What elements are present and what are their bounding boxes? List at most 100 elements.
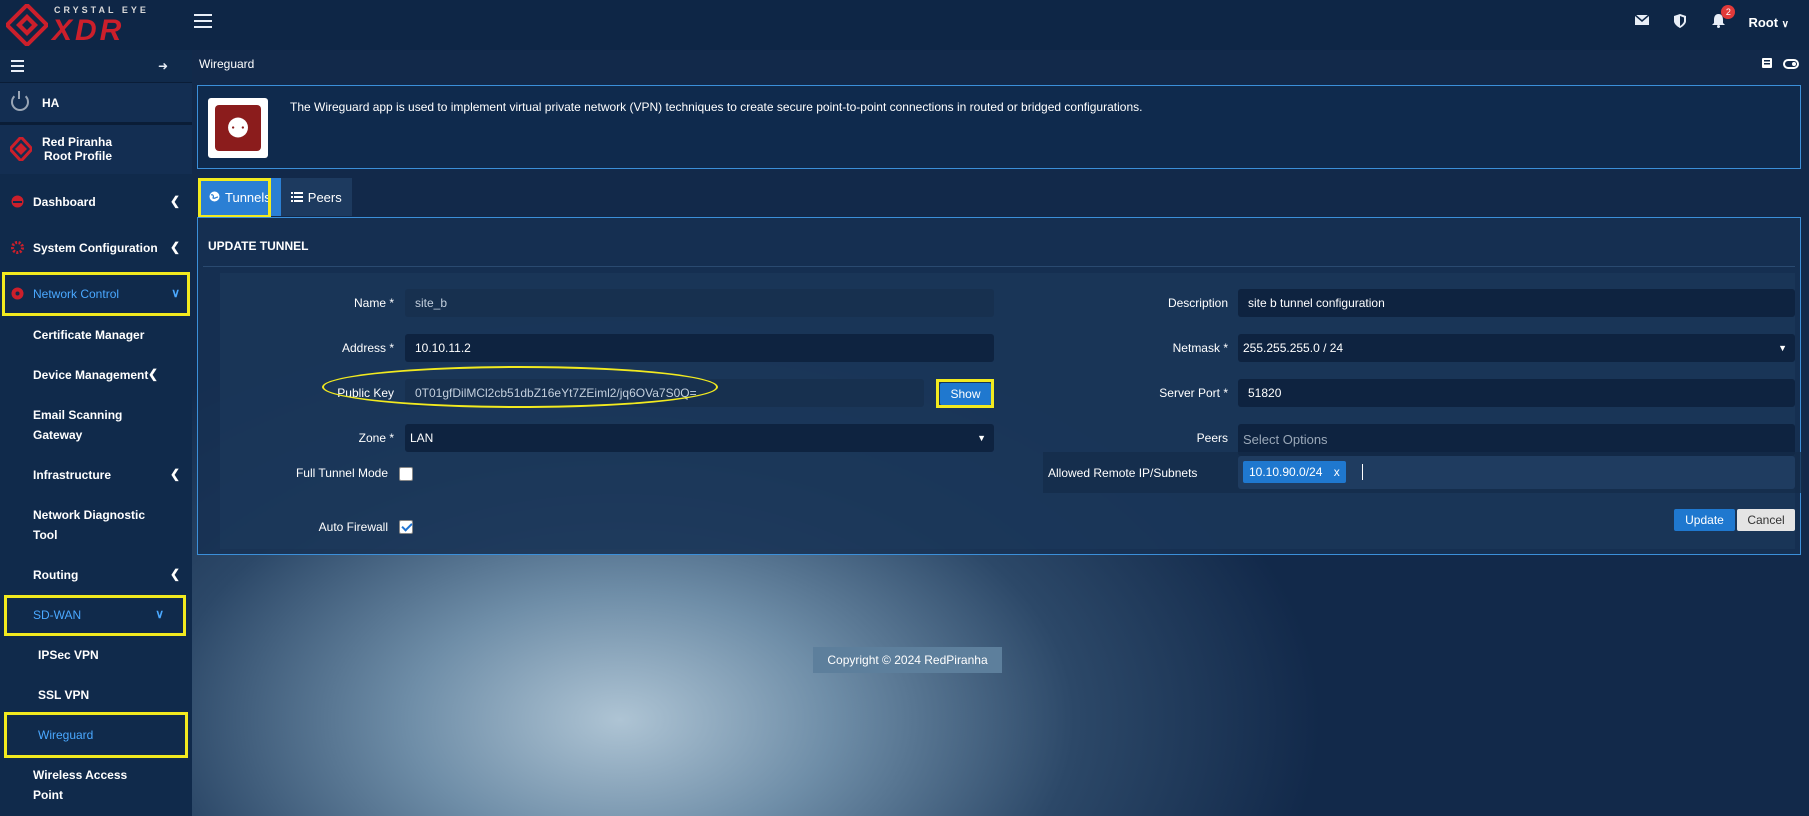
auto-firewall-checkbox[interactable] bbox=[399, 520, 413, 534]
caret-down-icon: ▼ bbox=[977, 433, 986, 443]
wireguard-logo: ⚉ bbox=[208, 98, 268, 158]
sidebar-collapse-icon[interactable] bbox=[11, 60, 24, 75]
highlight-sd-wan bbox=[4, 595, 186, 636]
sidebar-item-label: Dashboard bbox=[33, 195, 96, 209]
chevron-left-icon: ❮ bbox=[169, 467, 180, 481]
highlight-tunnels-tab bbox=[198, 178, 271, 218]
sidebar-item-system-configuration[interactable]: System Configuration ❮ bbox=[0, 238, 192, 258]
sidebar-subitem-wireless-access-point[interactable]: Wireless Access Point bbox=[33, 765, 127, 805]
sidebar-item-label: System Configuration bbox=[33, 241, 158, 255]
highlight-network-control bbox=[2, 272, 190, 316]
sidebar-item-label-line2: Gateway bbox=[33, 428, 83, 442]
red-piranha-logo-icon bbox=[10, 137, 32, 161]
page-title: Wireguard bbox=[199, 57, 255, 71]
chip-remove-icon[interactable]: x bbox=[1334, 465, 1340, 479]
sidebar-subitem-ssl-vpn[interactable]: SSL VPN bbox=[38, 685, 89, 705]
dashboard-icon bbox=[11, 195, 24, 208]
envelope-icon[interactable] bbox=[1634, 14, 1650, 30]
full-tunnel-checkbox[interactable] bbox=[399, 467, 413, 481]
toggle-icon[interactable] bbox=[1783, 59, 1799, 69]
sidebar-item-label: Device Management bbox=[33, 368, 149, 382]
copyright-footer: Copyright © 2024 RedPiranha bbox=[813, 647, 1002, 673]
user-menu[interactable]: Root ∨ bbox=[1748, 15, 1789, 30]
sidebar: ➜ HA Red Piranha Root Profile Dashboard … bbox=[0, 50, 192, 816]
sidebar-subitem-email-scanning[interactable]: Email Scanning Gateway bbox=[33, 405, 122, 445]
profile-name: Red Piranha bbox=[42, 135, 113, 149]
server-port-label: Server Port * bbox=[1159, 386, 1228, 400]
sidebar-subitem-routing[interactable]: Routing bbox=[33, 565, 78, 585]
sidebar-item-label-line2: Tool bbox=[33, 528, 58, 542]
sidebar-subitem-device-management[interactable]: Device Management bbox=[33, 365, 148, 385]
page-title-icons bbox=[1761, 57, 1799, 72]
zone-select[interactable]: LAN ▼ bbox=[405, 424, 994, 452]
sidebar-subitem-ipsec-vpn[interactable]: IPSec VPN bbox=[38, 645, 99, 665]
sidebar-subitem-certificate-manager[interactable]: Certificate Manager bbox=[33, 325, 144, 345]
crystal-eye-logo[interactable]: CRYSTAL EYE XDR bbox=[6, 2, 166, 48]
wireguard-dragon-icon: ⚉ bbox=[215, 105, 261, 151]
brand-big-text: XDR bbox=[52, 14, 125, 47]
gears-icon bbox=[11, 241, 24, 254]
list-icon bbox=[290, 190, 303, 205]
sidebar-item-dashboard[interactable]: Dashboard ❮ bbox=[0, 192, 192, 212]
book-icon[interactable] bbox=[1761, 57, 1773, 72]
sidebar-subitem-network-diagnostic[interactable]: Network Diagnostic Tool bbox=[33, 505, 145, 545]
chevron-left-icon: ❮ bbox=[147, 367, 158, 381]
bell-icon[interactable]: 2 bbox=[1710, 5, 1736, 30]
chevron-left-icon: ❮ bbox=[169, 240, 180, 254]
peers-label: Peers bbox=[1196, 431, 1228, 445]
sidebar-item-label: Routing bbox=[33, 568, 79, 582]
caret-down-icon: ▼ bbox=[1778, 343, 1787, 353]
tab-label: Peers bbox=[307, 189, 342, 205]
logout-icon[interactable]: ➜ bbox=[158, 59, 168, 73]
auto-firewall-label: Auto Firewall bbox=[318, 520, 388, 534]
text-cursor bbox=[1362, 464, 1363, 480]
main-content: Wireguard ⚉ The Wireguard app is used to… bbox=[192, 50, 1809, 816]
sidebar-item-ha[interactable]: HA bbox=[0, 82, 192, 122]
highlight-show-button bbox=[936, 379, 994, 408]
allowed-remote-label: Allowed Remote IP/Subnets bbox=[1048, 466, 1198, 480]
address-label: Address * bbox=[341, 341, 394, 355]
main-menu-toggle-icon[interactable] bbox=[194, 14, 212, 32]
chevron-down-icon: ∨ bbox=[1781, 18, 1789, 30]
full-tunnel-label: Full Tunnel Mode bbox=[295, 466, 388, 480]
sidebar-item-label: Wireless Access bbox=[33, 768, 128, 782]
profile-sub: Root Profile bbox=[44, 149, 112, 163]
subnet-chip: 10.10.90.0/24 x bbox=[1243, 461, 1346, 483]
sidebar-item-label: Infrastructure bbox=[33, 468, 112, 482]
sidebar-subitem-infrastructure[interactable]: Infrastructure bbox=[33, 465, 111, 485]
sidebar-item-label-line2: Point bbox=[33, 788, 63, 802]
tab-peers[interactable]: Peers bbox=[280, 178, 352, 216]
netmask-label: Netmask * bbox=[1172, 341, 1228, 355]
panel-title: UPDATE TUNNEL bbox=[208, 239, 309, 253]
ha-label: HA bbox=[42, 96, 60, 110]
sidebar-item-label: Email Scanning bbox=[33, 408, 123, 422]
shield-icon[interactable] bbox=[1672, 14, 1688, 30]
user-name: Root bbox=[1748, 14, 1779, 30]
zone-label: Zone * bbox=[358, 431, 394, 445]
netmask-value: 255.255.255.0 / 24 bbox=[1243, 341, 1344, 355]
logo-diamond-icon bbox=[6, 4, 48, 46]
address-field[interactable]: 10.10.11.2 bbox=[405, 334, 994, 362]
description-field[interactable]: site b tunnel configuration bbox=[1238, 289, 1795, 317]
zone-value: LAN bbox=[410, 431, 434, 445]
highlight-wireguard bbox=[4, 712, 188, 758]
name-field[interactable]: site_b bbox=[405, 289, 994, 317]
allowed-remote-input[interactable]: 10.10.90.0/24 x bbox=[1238, 456, 1795, 489]
netmask-select[interactable]: 255.255.255.0 / 24 ▼ bbox=[1238, 334, 1795, 362]
server-port-field[interactable]: 51820 bbox=[1238, 379, 1795, 407]
update-button[interactable]: Update bbox=[1674, 509, 1735, 531]
chevron-left-icon: ❮ bbox=[169, 194, 180, 208]
cancel-button[interactable]: Cancel bbox=[1737, 509, 1795, 531]
top-icons: 2 Root ∨ bbox=[1634, 5, 1789, 30]
sidebar-item-label: Network Diagnostic bbox=[33, 508, 146, 522]
name-label: Name * bbox=[353, 296, 394, 310]
chevron-left-icon: ❮ bbox=[169, 567, 180, 581]
profile-card[interactable]: Red Piranha Root Profile bbox=[0, 122, 192, 174]
top-bar: CRYSTAL EYE XDR 2 Root ∨ bbox=[0, 0, 1809, 50]
notification-badge: 2 bbox=[1721, 5, 1736, 19]
chip-label: 10.10.90.0/24 bbox=[1249, 465, 1323, 479]
power-icon bbox=[11, 91, 29, 111]
update-tunnel-panel: UPDATE TUNNEL Name * site_b Address * 10… bbox=[197, 217, 1803, 555]
sidebar-header: ➜ bbox=[0, 50, 192, 82]
description-label: Description bbox=[1167, 296, 1228, 310]
